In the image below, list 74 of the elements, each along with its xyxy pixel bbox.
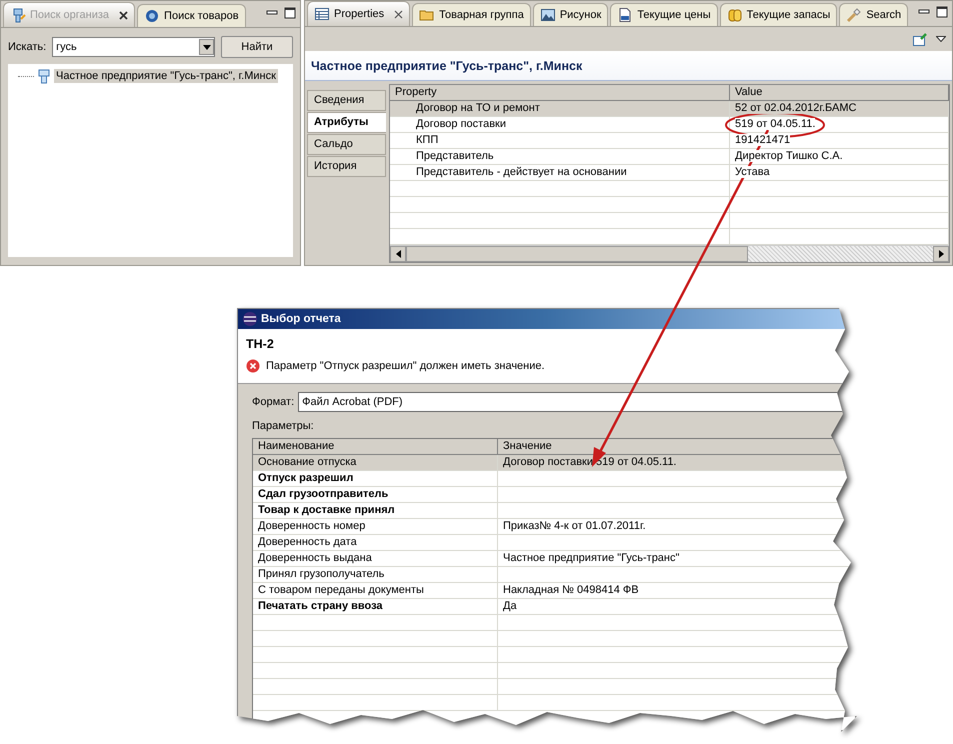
search-combo[interactable]: гусь [52, 37, 215, 57]
error-icon [246, 359, 260, 373]
table-row[interactable]: Доверенность выдана Частное предприятие "Гусь-транс" [253, 551, 855, 567]
scroll-left-icon[interactable] [396, 250, 400, 258]
table-cell: 519 от 04.05.11. [730, 117, 949, 133]
close-icon[interactable] [394, 10, 404, 19]
table-cell: Принял грузополучатель [253, 567, 498, 583]
view-tab[interactable]: Товарная группа [412, 3, 531, 26]
document-icon [617, 7, 634, 24]
table-cell: Доверенность дата [253, 535, 498, 551]
image-icon [540, 7, 556, 24]
table-row[interactable]: Договор поставки 519 от 04.05.11. [390, 117, 949, 133]
side-tab[interactable]: Атрибуты [307, 112, 386, 133]
table-cell: Приказ№ 4-к от 01.07.2011г. [498, 519, 855, 535]
table-row[interactable]: Принял грузополучатель [253, 567, 855, 583]
table-cell: Договор на ТО и ремонт [390, 101, 730, 117]
table-cell: Частное предприятие "Гусь-транс" [498, 551, 855, 567]
table-cell: Договор поставки [390, 117, 730, 133]
table-row[interactable]: Сдал грузоотправитель [253, 487, 855, 503]
coins-icon [726, 7, 743, 24]
table-cell: 191421471 [730, 133, 949, 149]
table-cell: 52 от 02.04.2012г.БАМС [730, 101, 949, 117]
table-cell: Представитель - действует на основании [390, 165, 730, 181]
maximize-icon[interactable] [284, 7, 296, 19]
side-tab[interactable]: Сальдо [307, 134, 386, 155]
find-button[interactable]: Найти [221, 36, 293, 58]
view-menu-icon[interactable] [936, 36, 946, 42]
view-tab[interactable]: Рисунок [532, 3, 608, 26]
table-row[interactable]: Печатать страну ввоза Да [253, 599, 855, 615]
view-tab[interactable]: Properties [307, 1, 410, 26]
parameters-label: Параметры: [252, 420, 315, 432]
format-label: Формат: [252, 396, 294, 408]
table-row[interactable]: Представитель - действует на основании Устава [390, 165, 949, 181]
table-cell: Представитель [390, 149, 730, 165]
side-tab[interactable]: История [307, 156, 386, 177]
horizontal-scrollbar[interactable] [390, 245, 949, 262]
table-row[interactable]: Доверенность дата [253, 535, 855, 551]
table-row[interactable]: Представитель Директор Тишко С.А. [390, 149, 949, 165]
table-cell: Накладная № 0498414 ФВ [498, 583, 855, 599]
table-cell: Директор Тишко С.А. [730, 149, 949, 165]
table-cell: Доверенность номер [253, 519, 498, 535]
close-icon[interactable] [119, 10, 128, 20]
side-tab[interactable]: Сведения [307, 90, 386, 111]
properties-title: Частное предприятие "Гусь-транс", г.Минск [305, 51, 952, 81]
table-cell: Товар к доставке принял [253, 503, 498, 519]
table-row[interactable]: С товаром переданы документы Накладная № 0498414 ФВ [253, 583, 855, 599]
pin-icon[interactable] [912, 31, 928, 48]
table-row[interactable]: Товар к доставке принял [253, 503, 855, 519]
tree-item[interactable]: Частное предприятие "Гусь-транс", г.Минск [54, 69, 278, 83]
view-tab[interactable]: Текущие цены [610, 3, 718, 26]
dialog-title: Выбор отчета [261, 313, 341, 325]
flashlight-icon [846, 7, 862, 24]
table-cell: Отпуск разрешил [253, 471, 498, 487]
error-message: Параметр "Отпуск разрешил" должен иметь значение. [266, 360, 545, 372]
report-heading: ТН-2 [246, 337, 275, 351]
table-cell: С товаром переданы документы [253, 583, 498, 599]
view-tab[interactable]: Текущие запасы [720, 3, 838, 26]
table-row[interactable]: Отпуск разрешил [253, 471, 855, 487]
table-cell: Печатать страну ввоза [253, 599, 498, 615]
table-cell: Устава [730, 165, 949, 181]
scroll-right-icon[interactable] [938, 250, 944, 258]
table-row[interactable]: КПП 191421471 [390, 133, 949, 149]
table-row[interactable]: Договор на ТО и ремонт 52 от 02.04.2012г.БАМС [390, 101, 949, 117]
table-icon [314, 6, 330, 22]
search-label: Искать: [8, 41, 46, 53]
table-row[interactable]: Доверенность номер Приказ№ 4-к от 01.07.2011г. [253, 519, 855, 535]
view-tab[interactable]: Search [839, 3, 908, 26]
table-cell: Сдал грузоотправитель [253, 487, 498, 503]
table-cell: КПП [390, 133, 730, 149]
table-cell: Доверенность выдана [253, 551, 498, 567]
maximize-icon[interactable] [936, 6, 948, 18]
view-tab[interactable]: Поиск товаров [137, 4, 246, 27]
table-cell: Да [498, 599, 855, 615]
table-cell: Основание отпуска [253, 455, 498, 471]
